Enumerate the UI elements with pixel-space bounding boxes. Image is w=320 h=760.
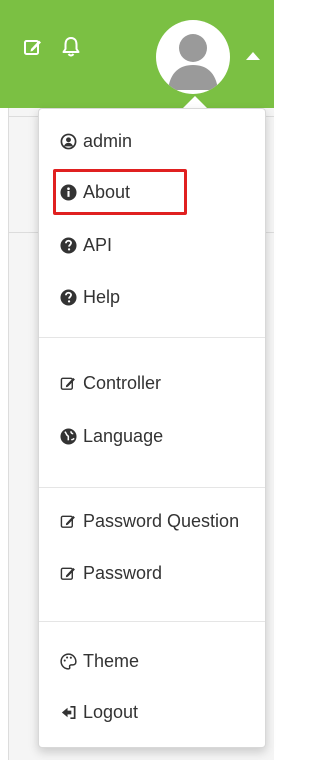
menu-item-password-question[interactable]: Password Question bbox=[39, 501, 265, 541]
menu-item-password[interactable]: Password bbox=[39, 553, 265, 593]
menu-item-logout[interactable]: Logout bbox=[39, 692, 265, 732]
caret-up-icon[interactable] bbox=[246, 52, 260, 60]
menu-item-admin[interactable]: admin bbox=[39, 121, 265, 161]
edit-icon bbox=[59, 512, 77, 530]
user-dropdown-menu: admin About API Help Controller Language… bbox=[38, 108, 266, 748]
edit-icon bbox=[59, 564, 77, 582]
menu-divider bbox=[39, 621, 265, 622]
menu-item-language[interactable]: Language bbox=[39, 416, 265, 456]
dropdown-arrow bbox=[183, 96, 207, 108]
menu-item-controller[interactable]: Controller bbox=[39, 363, 265, 403]
menu-item-label: API bbox=[83, 234, 113, 255]
menu-divider bbox=[39, 487, 265, 488]
menu-item-label: Logout bbox=[83, 701, 139, 722]
menu-divider bbox=[39, 337, 265, 338]
about-highlight-box bbox=[53, 169, 187, 215]
menu-item-label: Language bbox=[83, 425, 164, 446]
menu-item-api[interactable]: API bbox=[39, 225, 265, 265]
sign-out-icon bbox=[59, 703, 77, 721]
user-circle-icon bbox=[59, 132, 77, 150]
edit-icon bbox=[59, 374, 77, 392]
menu-item-help[interactable]: Help bbox=[39, 277, 265, 317]
user-avatar-icon[interactable] bbox=[156, 20, 230, 94]
top-bar bbox=[0, 0, 274, 108]
question-circle-icon bbox=[59, 288, 77, 306]
menu-item-label: Theme bbox=[83, 650, 140, 671]
bell-icon[interactable] bbox=[60, 36, 82, 58]
menu-item-theme[interactable]: Theme bbox=[39, 641, 265, 681]
edit-icon[interactable] bbox=[22, 36, 44, 58]
globe-icon bbox=[59, 427, 77, 445]
menu-item-label: admin bbox=[83, 130, 133, 151]
question-circle-icon bbox=[59, 236, 77, 254]
menu-item-label: Controller bbox=[83, 372, 162, 393]
palette-icon bbox=[59, 652, 77, 670]
menu-item-label: Password bbox=[83, 562, 163, 583]
menu-item-label: Password Question bbox=[83, 510, 240, 531]
menu-item-label: Help bbox=[83, 286, 121, 307]
